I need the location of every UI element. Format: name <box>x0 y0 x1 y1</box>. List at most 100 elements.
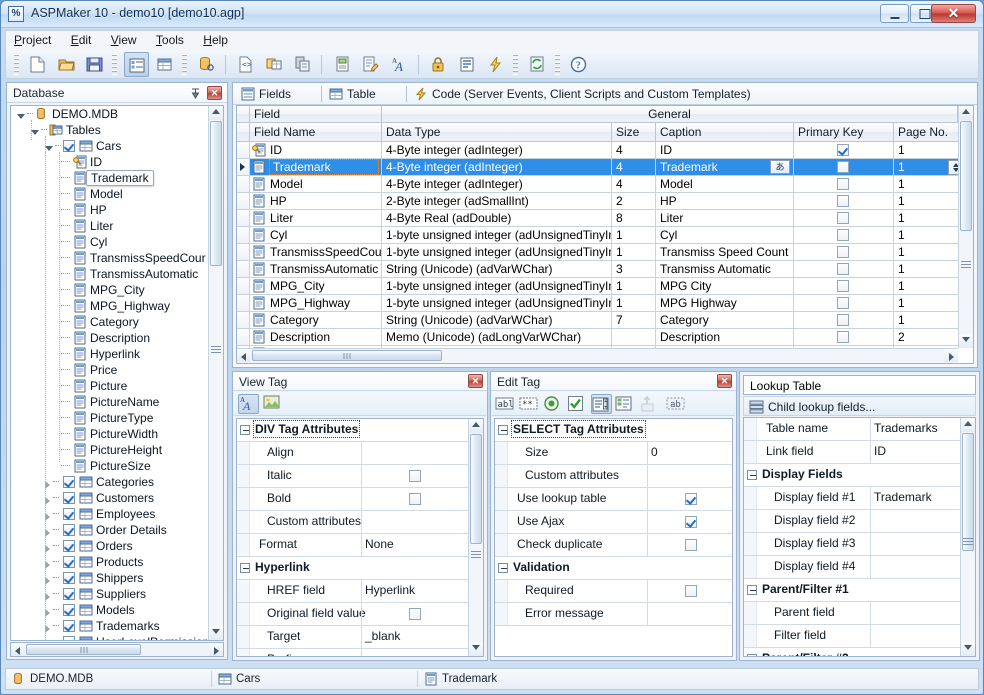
primary-key-checkbox[interactable] <box>837 280 849 292</box>
cell-page-no[interactable]: 1 <box>894 312 958 328</box>
primary-key-checkbox[interactable] <box>837 229 849 241</box>
cell-primary-key[interactable] <box>794 210 894 226</box>
table-row[interactable]: Liter4-Byte Real (adDouble)8Liter1 <box>237 210 958 227</box>
tree-checkbox[interactable] <box>63 508 75 520</box>
row-indicator[interactable] <box>237 210 250 226</box>
view-tag-scroll-down[interactable] <box>469 642 483 656</box>
edit-template-icon[interactable] <box>358 52 383 77</box>
page-properties-icon[interactable] <box>330 52 355 77</box>
property-category-row[interactable]: Display Fields <box>744 464 960 487</box>
table-row[interactable]: TransmissAutomaticString (Unicode) (adVa… <box>237 261 958 278</box>
collapse-icon[interactable] <box>498 425 508 435</box>
menu-item-view[interactable]: View <box>103 31 145 51</box>
cell-size[interactable]: 4 <box>612 159 656 175</box>
cell-page-no[interactable]: 1 <box>894 193 958 209</box>
cell-caption[interactable]: HP <box>656 193 794 209</box>
tree-item-mpg-city[interactable]: MPG_City <box>11 282 207 298</box>
grid-group-field[interactable]: Field <box>250 106 382 123</box>
property-checkbox[interactable] <box>685 539 697 551</box>
property-row[interactable]: Custom attributes <box>237 511 468 534</box>
tree-item-products[interactable]: Products <box>11 554 207 570</box>
cell-data-type[interactable]: 1-byte unsigned integer (adUnsignedTinyI… <box>382 278 612 294</box>
cell-caption[interactable]: Trademarkあ <box>656 159 794 175</box>
cell-primary-key[interactable] <box>794 176 894 192</box>
grid-header-size[interactable]: Size <box>612 123 656 142</box>
property-row[interactable]: Prefix <box>237 649 468 657</box>
cell-size[interactable] <box>612 329 656 345</box>
tree-checkbox[interactable] <box>63 540 75 552</box>
cell-field-name[interactable]: ID <box>250 142 382 158</box>
cell-data-type[interactable]: String (Unicode) (adVarWChar) <box>382 312 612 328</box>
tree-item-id[interactable]: ID <box>11 154 207 170</box>
tree-checkbox[interactable] <box>63 524 75 536</box>
row-indicator[interactable] <box>237 244 250 260</box>
close-button[interactable]: ✕ <box>931 4 976 23</box>
readonly-text-icon[interactable]: ab <box>666 394 687 414</box>
cell-caption[interactable]: MPG Highway <box>656 295 794 311</box>
primary-key-checkbox[interactable] <box>837 195 849 207</box>
lookup-scroll-up[interactable] <box>961 418 975 432</box>
tree-item-price[interactable]: Price <box>11 362 207 378</box>
tree-scroll-down-button[interactable] <box>209 626 223 640</box>
property-category-row[interactable]: Hyperlink <box>237 557 468 580</box>
collapse-icon[interactable] <box>240 563 250 573</box>
tab-fields[interactable]: Fields <box>239 85 291 104</box>
primary-key-checkbox[interactable] <box>837 161 849 173</box>
property-row[interactable]: Target_blank <box>237 626 468 649</box>
cell-primary-key[interactable] <box>794 261 894 277</box>
property-value[interactable]: 0 <box>651 445 658 459</box>
cell-data-type[interactable]: 2-Byte integer (adSmallInt) <box>382 193 612 209</box>
collapse-icon[interactable] <box>240 425 250 435</box>
tree-item-suppliers[interactable]: Suppliers <box>11 586 207 602</box>
tree-item-cars[interactable]: Cars <box>11 138 207 154</box>
cell-primary-key[interactable] <box>794 193 894 209</box>
help-icon[interactable]: ? <box>566 52 591 77</box>
cell-size[interactable]: 4 <box>612 142 656 158</box>
tree-hscroll-right-button[interactable] <box>209 643 223 656</box>
table-row[interactable]: Model4-Byte integer (adInteger)4Model1 <box>237 176 958 193</box>
cell-page-no[interactable]: 1 <box>894 159 958 175</box>
fields-view-icon[interactable] <box>124 52 149 77</box>
table-row[interactable]: ID4-Byte integer (adInteger)4ID1 <box>237 142 958 159</box>
collapse-icon[interactable] <box>498 563 508 573</box>
cell-caption[interactable]: Model <box>656 176 794 192</box>
page-no-spinner[interactable] <box>948 160 958 175</box>
database-panel-close-icon[interactable]: ✕ <box>207 86 222 100</box>
property-row[interactable]: Link fieldID <box>744 441 960 464</box>
property-checkbox[interactable] <box>685 585 697 597</box>
tree-item-employees[interactable]: Employees <box>11 506 207 522</box>
property-checkbox[interactable] <box>409 470 421 482</box>
tree-checkbox[interactable] <box>63 492 75 504</box>
row-indicator[interactable] <box>237 278 250 294</box>
cell-page-no[interactable]: 1 <box>894 295 958 311</box>
primary-key-checkbox[interactable] <box>837 246 849 258</box>
row-indicator[interactable] <box>237 176 250 192</box>
tab-table[interactable]: Table <box>327 85 376 104</box>
cell-page-no[interactable]: 1 <box>894 176 958 192</box>
cell-data-type[interactable]: 4-Byte Real (adDouble) <box>382 210 612 226</box>
cell-caption[interactable]: MPG City <box>656 278 794 294</box>
property-value[interactable]: Trademarks <box>874 421 938 435</box>
primary-key-checkbox[interactable] <box>837 178 849 190</box>
tree-item-customers[interactable]: Customers <box>11 490 207 506</box>
property-row[interactable]: Parent field <box>744 602 960 625</box>
cell-page-no[interactable]: 1 <box>894 142 958 158</box>
cell-caption[interactable]: Transmiss Speed Count <box>656 244 794 260</box>
menu-item-tools[interactable]: Tools <box>148 31 192 51</box>
tree-checkbox[interactable] <box>63 572 75 584</box>
save-project-icon[interactable] <box>82 52 107 77</box>
checkbox-icon[interactable] <box>567 394 588 414</box>
cell-caption[interactable]: Description <box>656 329 794 345</box>
tree-item-mpg-highway[interactable]: MPG_Highway <box>11 298 207 314</box>
grid-vertical-scrollbar[interactable] <box>958 106 973 348</box>
cell-field-name[interactable]: MPG_Highway <box>250 295 382 311</box>
property-row[interactable]: Required <box>495 580 732 603</box>
field-name-editor[interactable]: Trademark <box>269 159 379 175</box>
cell-field-name[interactable]: Liter <box>250 210 382 226</box>
row-indicator[interactable] <box>237 312 250 328</box>
cell-page-no[interactable]: 1 <box>894 244 958 260</box>
tree-item-trademarks[interactable]: Trademarks <box>11 618 207 634</box>
cell-data-type[interactable]: 4-Byte integer (adInteger) <box>382 176 612 192</box>
view-tag-scrollbar[interactable] <box>468 419 483 656</box>
child-lookup-fields-link[interactable]: Child lookup fields... <box>743 396 976 416</box>
